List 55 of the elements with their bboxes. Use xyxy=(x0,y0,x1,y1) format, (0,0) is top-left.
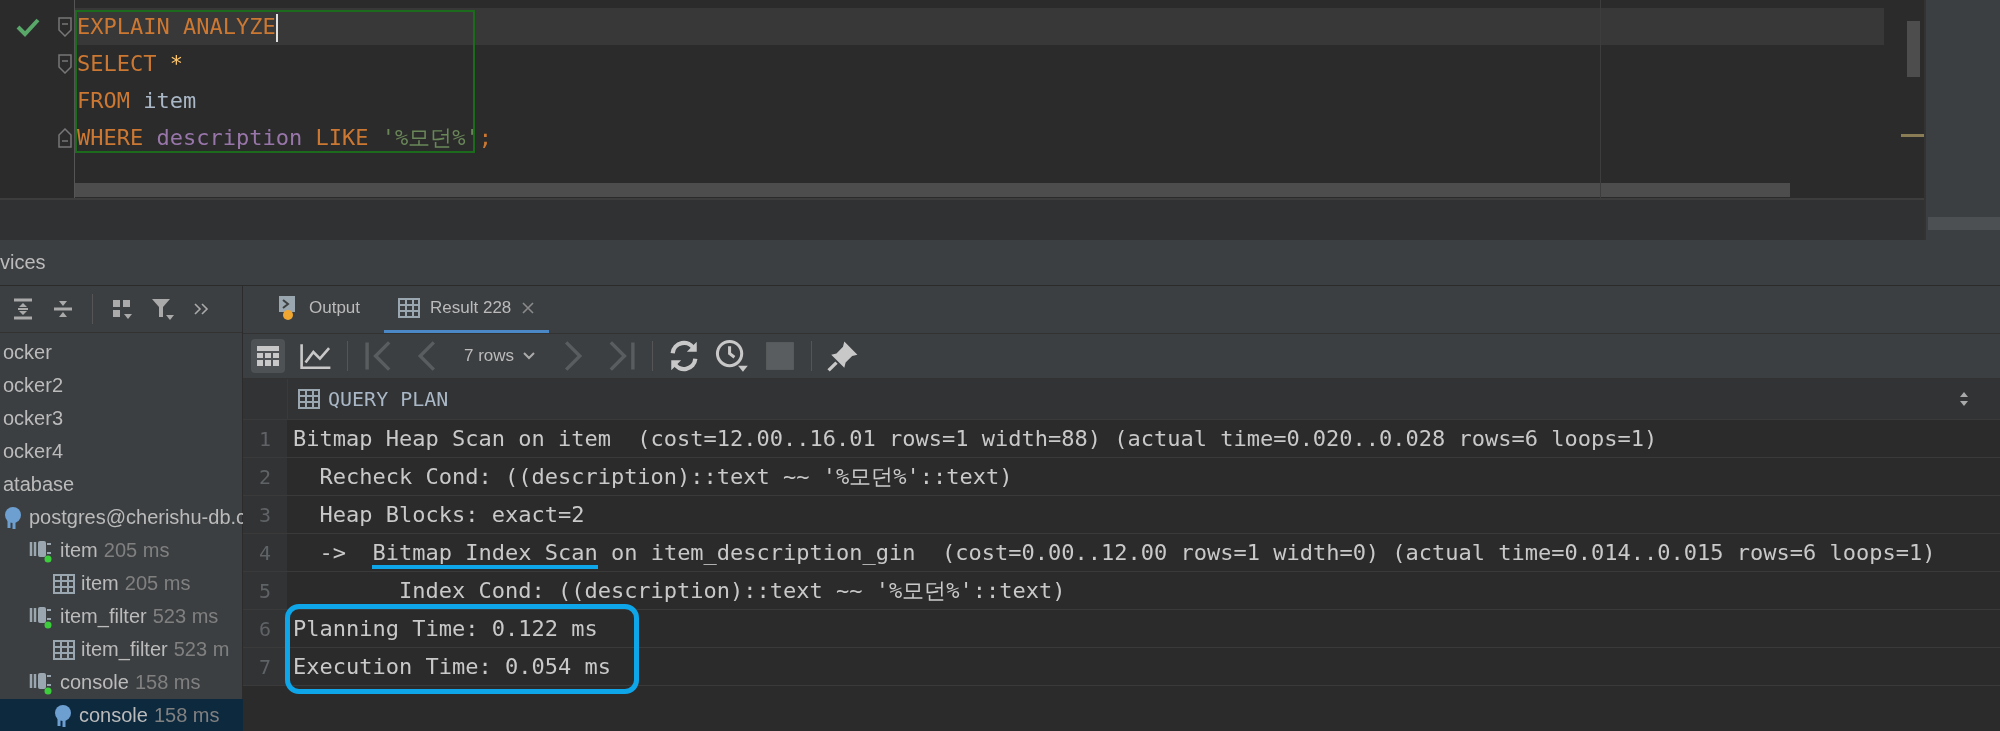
tree-item[interactable]: ocker xyxy=(0,336,247,369)
tree-label: item_filter xyxy=(60,605,147,628)
fold-icon[interactable] xyxy=(58,16,72,37)
fold-icon[interactable] xyxy=(58,53,72,74)
sort-icon[interactable] xyxy=(1958,391,1970,407)
tree-label: atabase xyxy=(3,473,75,496)
result-tab[interactable]: Output xyxy=(263,286,375,333)
row-count-dropdown[interactable]: 7 rows xyxy=(458,346,543,366)
tree-label: console xyxy=(60,671,129,694)
session-icon xyxy=(28,670,54,695)
duration-label: 523 ms xyxy=(152,605,219,628)
table-cell: Bitmap Heap Scan on item (cost=12.00..16.01 rows=1 width=88) (actual time=0.020..0.028 rows=6 loops=1) xyxy=(293,426,1658,451)
column-header[interactable]: QUERY PLAN xyxy=(287,379,2000,419)
code-line: WHERE description LIKE '%모던%'; xyxy=(76,124,493,152)
table-icon xyxy=(53,639,75,660)
tree-label: ocker2 xyxy=(3,374,64,397)
duration-label: 158 ms xyxy=(153,704,220,727)
table-icon xyxy=(398,298,421,318)
chevrons-icon[interactable] xyxy=(193,302,209,316)
expand-all-icon[interactable] xyxy=(12,298,34,320)
tree-label: ocker3 xyxy=(3,407,64,430)
duration-label: 158 ms xyxy=(134,671,201,694)
scrollbar-thumb[interactable] xyxy=(75,183,1790,198)
duration-label: 205 ms xyxy=(103,539,170,562)
table-icon xyxy=(53,573,75,594)
code-line: SELECT * xyxy=(76,50,184,78)
table-cell: Execution Time: 0.054 ms xyxy=(293,654,611,679)
tree-label: ocker xyxy=(3,341,52,364)
session-icon xyxy=(28,538,54,563)
table-icon xyxy=(298,389,320,409)
fold-icon[interactable] xyxy=(58,127,72,148)
duration-label: 205 ms xyxy=(124,572,191,595)
warning-marker xyxy=(1901,134,1924,137)
table-cell-text: Recheck Cond: ((description)::text ~~ '%모던%'::text) xyxy=(318,462,1013,491)
dropdown-caret-icon xyxy=(522,351,537,361)
table-cell: Planning Time: 0.122 ms xyxy=(293,616,598,641)
code-line: FROM item xyxy=(76,87,198,115)
tree-label: console xyxy=(79,704,148,727)
scrollbar-thumb[interactable] xyxy=(1907,21,1920,77)
tree-label: ocker4 xyxy=(3,440,64,463)
tree-label: item_filter xyxy=(81,638,168,661)
group-icon[interactable] xyxy=(111,298,133,320)
filter-icon[interactable] xyxy=(151,297,175,321)
tree-label: item xyxy=(81,572,119,595)
table-icon[interactable] xyxy=(251,339,285,373)
collapse-all-icon[interactable] xyxy=(52,298,74,320)
close-icon[interactable] xyxy=(521,301,536,315)
session-icon xyxy=(28,604,54,629)
table-cell-text: Index Cond: ((description)::text ~~ '%모던%'::text) xyxy=(397,576,1066,605)
table-cell-text: Heap Blocks: exact=2 xyxy=(318,502,585,527)
tree-item[interactable]: ocker2 xyxy=(0,369,247,402)
clock-icon[interactable] xyxy=(715,339,750,373)
panel-title: vices xyxy=(0,240,2000,286)
duration-label: 523 m xyxy=(173,638,230,661)
tree-label: item xyxy=(60,539,98,562)
